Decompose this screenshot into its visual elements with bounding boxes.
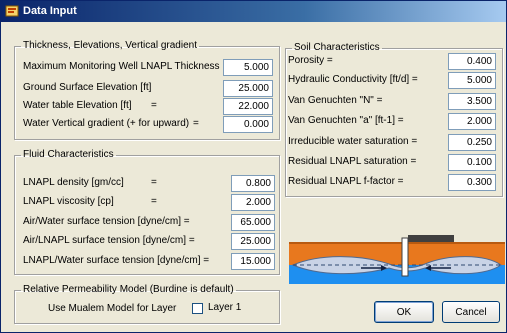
lnapl-viscosity-label: LNAPL viscosity [cp] bbox=[23, 196, 114, 207]
van-genuchten-a-input[interactable] bbox=[448, 113, 496, 130]
thickness-group-legend: Thickness, Elevations, Vertical gradient bbox=[23, 40, 197, 51]
air-water-tension-label: Air/Water surface tension [dyne/cm] = bbox=[23, 216, 190, 227]
water-vertical-gradient-eq: = bbox=[193, 118, 199, 129]
porosity-row: Porosity = bbox=[288, 53, 500, 71]
cancel-button[interactable]: Cancel bbox=[442, 301, 500, 323]
water-vertical-gradient-input[interactable] bbox=[223, 116, 273, 133]
residual-lnapl-f-factor-label: Residual LNAPL f-factor = bbox=[288, 176, 404, 187]
irreducible-water-saturation-input[interactable] bbox=[448, 134, 496, 151]
lnapl-density-input[interactable] bbox=[231, 175, 275, 192]
residual-lnapl-saturation-label: Residual LNAPL saturation = bbox=[288, 156, 417, 167]
ground-surface-line bbox=[289, 242, 505, 244]
lnapl-viscosity-row: LNAPL viscosity [cp] = bbox=[23, 194, 275, 212]
ok-button[interactable]: OK bbox=[374, 301, 434, 323]
well-casing bbox=[401, 237, 409, 277]
ground-surface-elevation-label: Ground Surface Elevation [ft] bbox=[23, 82, 152, 93]
max-lnapl-thickness-input[interactable] bbox=[223, 59, 273, 76]
water-vertical-gradient-label: Water Vertical gradient (+ for upward) bbox=[23, 118, 190, 129]
residual-lnapl-f-factor-row: Residual LNAPL f-factor = bbox=[288, 174, 500, 192]
max-lnapl-thickness-label: Maximum Monitoring Well LNAPL Thickness … bbox=[23, 61, 243, 72]
permeability-group-legend: Relative Permeability Model (Burdine is … bbox=[23, 284, 234, 295]
ground-surface-elevation-input[interactable] bbox=[223, 80, 273, 97]
data-input-window: Data Input Thickness, Elevations, Vertic… bbox=[0, 0, 507, 333]
hydraulic-conductivity-row: Hydraulic Conductivity [ft/d] = bbox=[288, 72, 500, 90]
ground-surface-elevation-row: Ground Surface Elevation [ft] bbox=[23, 80, 275, 98]
title-bar[interactable]: Data Input bbox=[1, 1, 506, 22]
window-title: Data Input bbox=[23, 5, 77, 17]
residual-lnapl-saturation-input[interactable] bbox=[448, 154, 496, 171]
irreducible-water-saturation-row: Irreducible water saturation = bbox=[288, 134, 500, 152]
lnapl-water-tension-label: LNAPL/Water surface tension [dyne/cm] = bbox=[23, 255, 210, 266]
mualem-model-caption: Use Mualem Model for Layer bbox=[48, 303, 177, 314]
residual-lnapl-saturation-row: Residual LNAPL saturation = bbox=[288, 154, 500, 172]
well-cap bbox=[408, 235, 454, 242]
van-genuchten-a-label: Van Genuchten "a" [ft-1] = bbox=[288, 115, 404, 126]
porosity-label: Porosity = bbox=[288, 55, 333, 66]
lnapl-viscosity-input[interactable] bbox=[231, 194, 275, 211]
lnapl-density-row: LNAPL density [gm/cc] = bbox=[23, 175, 275, 193]
lnapl-water-tension-input[interactable] bbox=[231, 253, 275, 270]
air-lnapl-tension-label: Air/LNAPL surface tension [dyne/cm] = bbox=[23, 235, 195, 246]
van-genuchten-a-row: Van Genuchten "a" [ft-1] = bbox=[288, 113, 500, 131]
lnapl-well-diagram bbox=[289, 235, 505, 284]
water-table-elevation-row: Water table Elevation [ft] = bbox=[23, 98, 275, 116]
van-genuchten-n-label: Van Genuchten "N" = bbox=[288, 95, 383, 106]
water-vertical-gradient-row: Water Vertical gradient (+ for upward) = bbox=[23, 116, 275, 134]
lnapl-density-label: LNAPL density [gm/cc] bbox=[23, 177, 124, 188]
air-water-tension-row: Air/Water surface tension [dyne/cm] = bbox=[23, 214, 275, 232]
residual-lnapl-f-factor-input[interactable] bbox=[448, 174, 496, 191]
van-genuchten-n-input[interactable] bbox=[448, 93, 496, 110]
water-table-elevation-input[interactable] bbox=[223, 98, 273, 115]
porosity-input[interactable] bbox=[448, 53, 496, 70]
fluid-group-legend: Fluid Characteristics bbox=[23, 149, 114, 160]
layer-1-checkbox-label: Layer 1 bbox=[208, 302, 242, 313]
water-table-elevation-eq: = bbox=[151, 100, 157, 111]
lnapl-density-eq: = bbox=[151, 177, 157, 188]
lnapl-viscosity-eq: = bbox=[151, 196, 157, 207]
hydraulic-conductivity-input[interactable] bbox=[448, 72, 496, 89]
air-lnapl-tension-input[interactable] bbox=[231, 233, 275, 250]
lnapl-water-tension-row: LNAPL/Water surface tension [dyne/cm] = bbox=[23, 253, 275, 271]
air-water-tension-input[interactable] bbox=[231, 214, 275, 231]
layer-1-checkbox[interactable] bbox=[192, 303, 203, 314]
max-lnapl-thickness-row: Maximum Monitoring Well LNAPL Thickness … bbox=[23, 59, 275, 77]
water-table-elevation-label: Water table Elevation [ft] bbox=[23, 100, 132, 111]
hydraulic-conductivity-label: Hydraulic Conductivity [ft/d] = bbox=[288, 74, 418, 85]
app-window-icon bbox=[5, 5, 19, 17]
irreducible-water-saturation-label: Irreducible water saturation = bbox=[288, 136, 418, 147]
air-lnapl-tension-row: Air/LNAPL surface tension [dyne/cm] = bbox=[23, 233, 275, 251]
van-genuchten-n-row: Van Genuchten "N" = bbox=[288, 93, 500, 111]
